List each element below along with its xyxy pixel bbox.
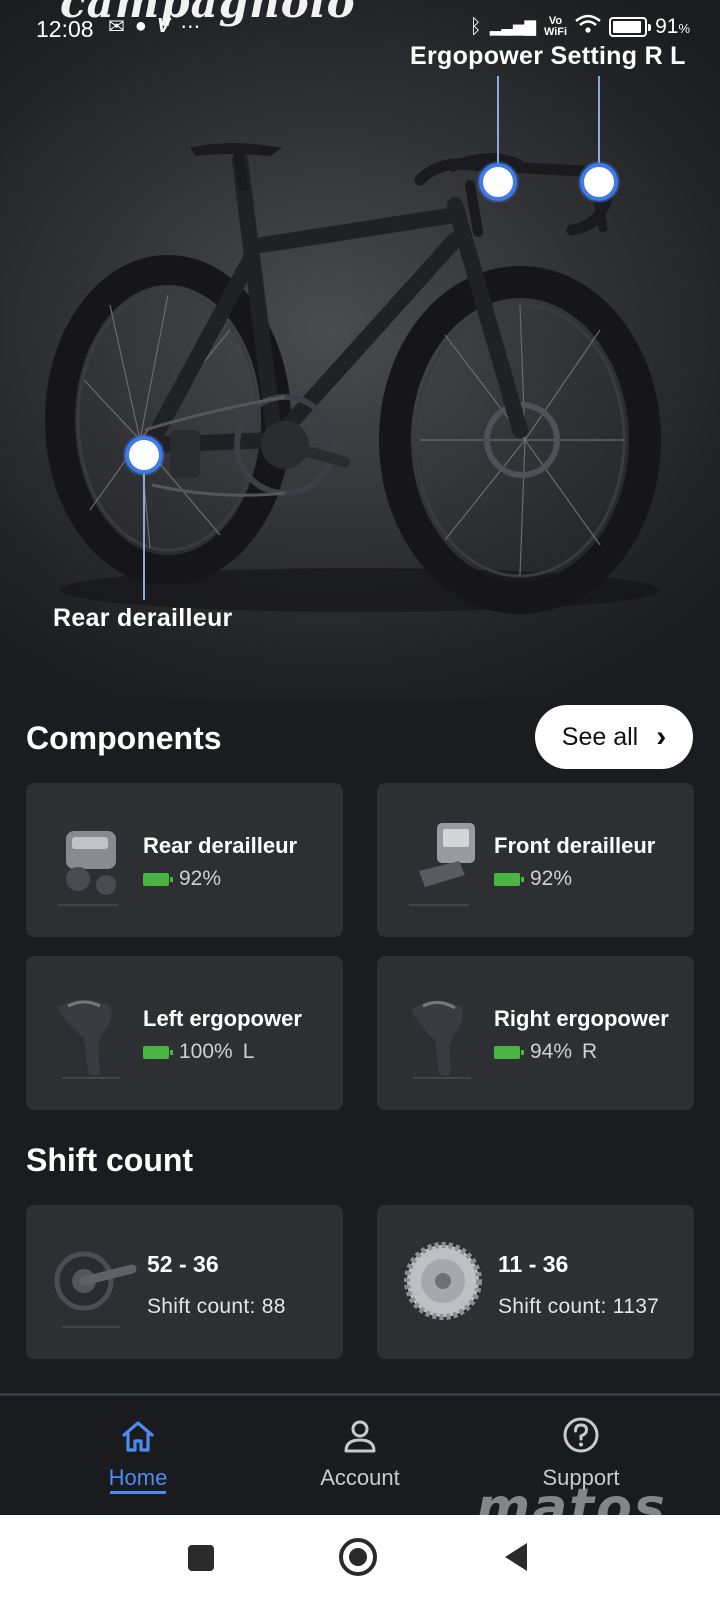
home-system-button[interactable] (339, 1538, 377, 1576)
battery-green-icon (143, 1045, 173, 1059)
v-app-icon: V (156, 15, 171, 37)
back-button[interactable] (505, 1543, 527, 1571)
rear-derailleur-connector (143, 474, 145, 600)
battery-level: 100% (179, 1040, 233, 1063)
shift-card-cassette[interactable]: 11 - 36 Shift count: 1137 (377, 1205, 694, 1359)
nav-active-indicator (110, 1491, 166, 1494)
ergopower-side: L (242, 1040, 255, 1063)
battery-green-icon (494, 1045, 524, 1059)
bluetooth-icon: ᛒ (469, 15, 482, 38)
component-name: Rear derailleur (143, 833, 298, 858)
component-card-left-ergopower[interactable]: Left ergopower 100% L (26, 956, 343, 1110)
status-system-icons: ᛒ ▂▃▅▇ Vo WiFi 91% (470, 14, 690, 40)
component-card-rear-derailleur[interactable]: Rear derailleur 92% (26, 783, 343, 937)
vowifi-bottom: WiFi (543, 26, 568, 38)
ergopower-right-connector (497, 76, 499, 166)
rear-derailleur-label: Rear derailleur (53, 604, 233, 632)
cassette-shift-count: Shift count: 1137 (498, 1295, 660, 1318)
shift-card-chainring[interactable]: 52 - 36 Shift count: 88 (26, 1205, 343, 1359)
components-heading: Components (26, 720, 222, 756)
component-name: Front derailleur (494, 833, 656, 858)
ergopower-left-connector (598, 76, 600, 166)
wifi-icon (575, 14, 601, 40)
system-navigation-bar (0, 1515, 720, 1600)
recents-button[interactable] (188, 1545, 214, 1571)
signal-icon: ▂▃▅▇ (489, 19, 536, 36)
account-icon (344, 1420, 376, 1453)
hero-bike-view: campagnolo 12:08 ✉ ● V ⋯ ᛒ ▂▃▅▇ Vo WiFi … (0, 0, 720, 700)
cassette-gearing: 11 - 36 (498, 1251, 569, 1277)
ergopower-setting-label: Ergopower Setting R L (410, 42, 686, 70)
ergopower-side: R (582, 1040, 598, 1063)
messenger-icon: ● (134, 15, 147, 37)
support-icon (563, 1417, 599, 1453)
battery-percent: 91% (655, 15, 690, 39)
battery-status: 92% (494, 867, 572, 891)
chainring-icon (54, 1251, 137, 1328)
mail-icon: ✉ (108, 16, 125, 38)
battery-level: 92% (530, 867, 573, 890)
battery-green-icon (143, 872, 173, 886)
battery-status: 100% L (143, 1040, 254, 1064)
chainring-gearing: 52 - 36 (147, 1251, 219, 1277)
left-ergopower-icon (58, 999, 120, 1079)
chevron-right-icon: › (656, 720, 667, 753)
chainring-shift-count: Shift count: 88 (147, 1295, 286, 1318)
battery-icon (609, 17, 652, 37)
status-time: 12:08 (36, 16, 94, 42)
bike-illustration (45, 143, 661, 614)
rear-derailleur-hotspot[interactable] (125, 436, 163, 474)
home-icon (122, 1421, 154, 1452)
component-name: Right ergopower (494, 1006, 669, 1031)
component-card-right-ergopower[interactable]: Right ergopower 94% R (377, 956, 694, 1110)
nav-home-label: Home (108, 1465, 168, 1490)
right-ergopower-icon (411, 1000, 471, 1079)
more-icon: ⋯ (180, 16, 201, 38)
cassette-icon (404, 1242, 482, 1320)
front-derailleur-icon (409, 823, 475, 906)
component-card-front-derailleur[interactable]: Front derailleur 92% (377, 783, 694, 937)
rear-derailleur-icon (58, 831, 118, 906)
vowifi-indicator: Vo WiFi (544, 16, 567, 38)
battery-green-icon (494, 872, 524, 886)
nav-account-label: Account (320, 1465, 400, 1490)
battery-level: 94% (530, 1040, 573, 1063)
battery-percent-unit: % (678, 21, 690, 36)
ergopower-right-hotspot[interactable] (479, 163, 517, 201)
battery-percent-value: 91 (655, 15, 679, 38)
nav-account[interactable]: Account (290, 1416, 430, 1496)
component-name: Left ergopower (143, 1006, 302, 1031)
battery-level: 92% (179, 867, 222, 890)
see-all-button[interactable]: See all › (535, 705, 693, 769)
ergopower-left-hotspot[interactable] (580, 163, 618, 201)
battery-status: 92% (143, 867, 221, 891)
battery-status: 94% R (494, 1040, 597, 1064)
shift-count-heading: Shift count (26, 1142, 194, 1178)
see-all-label: See all (561, 722, 639, 751)
nav-home[interactable]: Home (68, 1416, 208, 1496)
status-notification-icons: ✉ ● V ⋯ (108, 14, 200, 39)
